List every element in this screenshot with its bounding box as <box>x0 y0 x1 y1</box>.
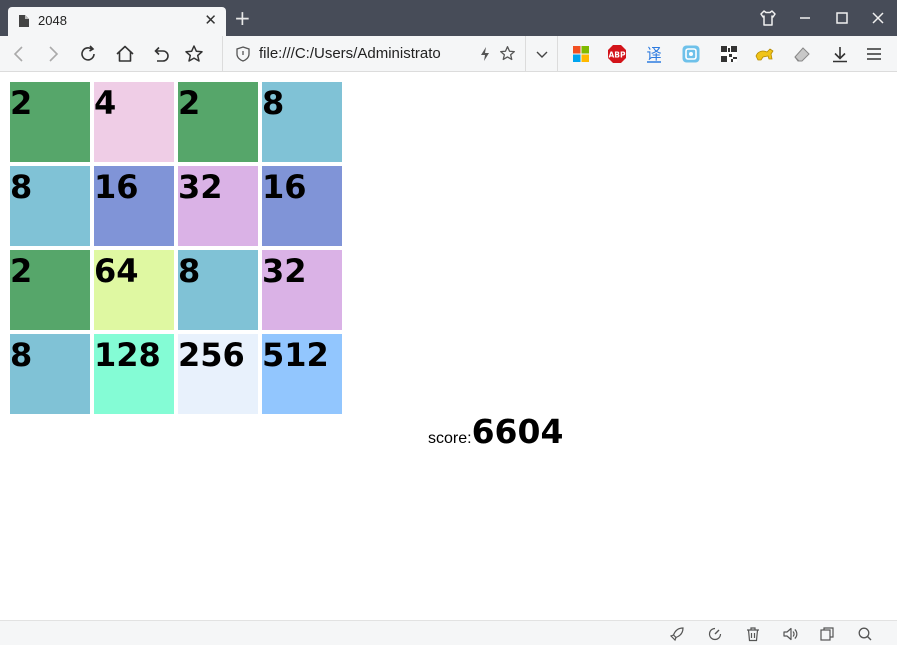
home-icon[interactable] <box>115 44 135 64</box>
qr-code-icon[interactable] <box>719 44 739 64</box>
lightning-icon[interactable] <box>479 46 491 62</box>
tab-close-icon[interactable]: ✕ <box>204 12 217 28</box>
screenshot-icon[interactable] <box>681 44 701 64</box>
zoom-search-icon[interactable] <box>857 626 873 642</box>
tile: 256 <box>178 334 258 414</box>
tile-value: 8 <box>178 252 201 290</box>
browser-tab[interactable]: 2048 ✕ <box>8 7 226 36</box>
close-window-icon[interactable] <box>869 9 887 27</box>
tile-value: 256 <box>178 336 245 374</box>
tile: 512 <box>262 334 342 414</box>
tile: 16 <box>94 166 174 246</box>
address-bar[interactable]: file:///C:/Users/Administrato <box>222 36 525 72</box>
adblock-plus-icon[interactable]: ABP <box>607 44 627 64</box>
translate-label: 译 <box>646 45 661 63</box>
tile-value: 8 <box>10 168 33 206</box>
browser-title-bar: 2048 ✕ + <box>0 0 897 36</box>
minimize-icon[interactable] <box>796 9 814 27</box>
tile-value: 2 <box>10 252 33 290</box>
address-dropdown[interactable] <box>525 36 558 72</box>
skin-shirt-icon[interactable] <box>759 9 777 27</box>
tile-value: 512 <box>262 336 329 374</box>
new-tab-button[interactable]: + <box>234 8 251 28</box>
tile: 8 <box>10 166 90 246</box>
favorite-star-icon[interactable] <box>499 45 516 62</box>
download-icon[interactable] <box>830 44 850 64</box>
tile-value: 32 <box>178 168 223 206</box>
tile: 2 <box>10 82 90 162</box>
tile: 2 <box>178 82 258 162</box>
tile: 8 <box>262 82 342 162</box>
tile-value: 8 <box>10 336 33 374</box>
tab-title: 2048 <box>38 13 67 28</box>
translate-icon[interactable]: 译 <box>644 44 664 64</box>
tile: 8 <box>10 334 90 414</box>
tile: 64 <box>94 250 174 330</box>
browser-toolbar: file:///C:/Users/Administrato ABP 译 <box>0 36 897 72</box>
tile-value: 32 <box>262 252 307 290</box>
eraser-icon[interactable] <box>792 44 812 64</box>
trash-icon[interactable] <box>745 626 761 642</box>
tile-value: 64 <box>94 252 139 290</box>
maximize-icon[interactable] <box>833 9 851 27</box>
cheetah-icon[interactable] <box>755 44 775 64</box>
volume-icon[interactable] <box>782 626 798 642</box>
tile: 8 <box>178 250 258 330</box>
tile-value: 2 <box>178 84 201 122</box>
tile-value: 16 <box>262 168 307 206</box>
windows-apps-icon[interactable] <box>571 44 591 64</box>
adblock-label: ABP <box>608 51 626 60</box>
tile-value: 128 <box>94 336 161 374</box>
tile: 32 <box>178 166 258 246</box>
tile-value: 16 <box>94 168 139 206</box>
tile-value: 2 <box>10 84 33 122</box>
score-value: 6604 <box>471 412 564 451</box>
reload-icon[interactable] <box>78 44 98 64</box>
bookmark-star-icon[interactable] <box>184 44 204 64</box>
tile-value: 4 <box>94 84 117 122</box>
menu-icon[interactable] <box>864 44 884 64</box>
back-icon[interactable] <box>9 44 29 64</box>
address-url[interactable]: file:///C:/Users/Administrato <box>259 45 441 62</box>
undo-icon[interactable] <box>151 44 171 64</box>
shield-icon[interactable] <box>235 46 251 62</box>
browser-status-bar <box>0 620 897 645</box>
tile: 32 <box>262 250 342 330</box>
tile: 2 <box>10 250 90 330</box>
forward-icon[interactable] <box>43 44 63 64</box>
tile: 16 <box>262 166 342 246</box>
tile: 128 <box>94 334 174 414</box>
score-label: score: <box>428 430 472 447</box>
tile: 4 <box>94 82 174 162</box>
chevron-down-icon[interactable] <box>535 48 549 60</box>
speed-icon[interactable] <box>707 626 723 642</box>
tile-value: 8 <box>262 84 285 122</box>
score-display: score:6604 <box>428 412 563 451</box>
rocket-icon[interactable] <box>669 626 685 642</box>
window-copy-icon[interactable] <box>819 626 835 642</box>
game-board[interactable]: 2 4 2 8 8 16 32 16 2 64 8 32 8 128 256 512 <box>10 82 346 418</box>
document-icon <box>19 15 29 27</box>
